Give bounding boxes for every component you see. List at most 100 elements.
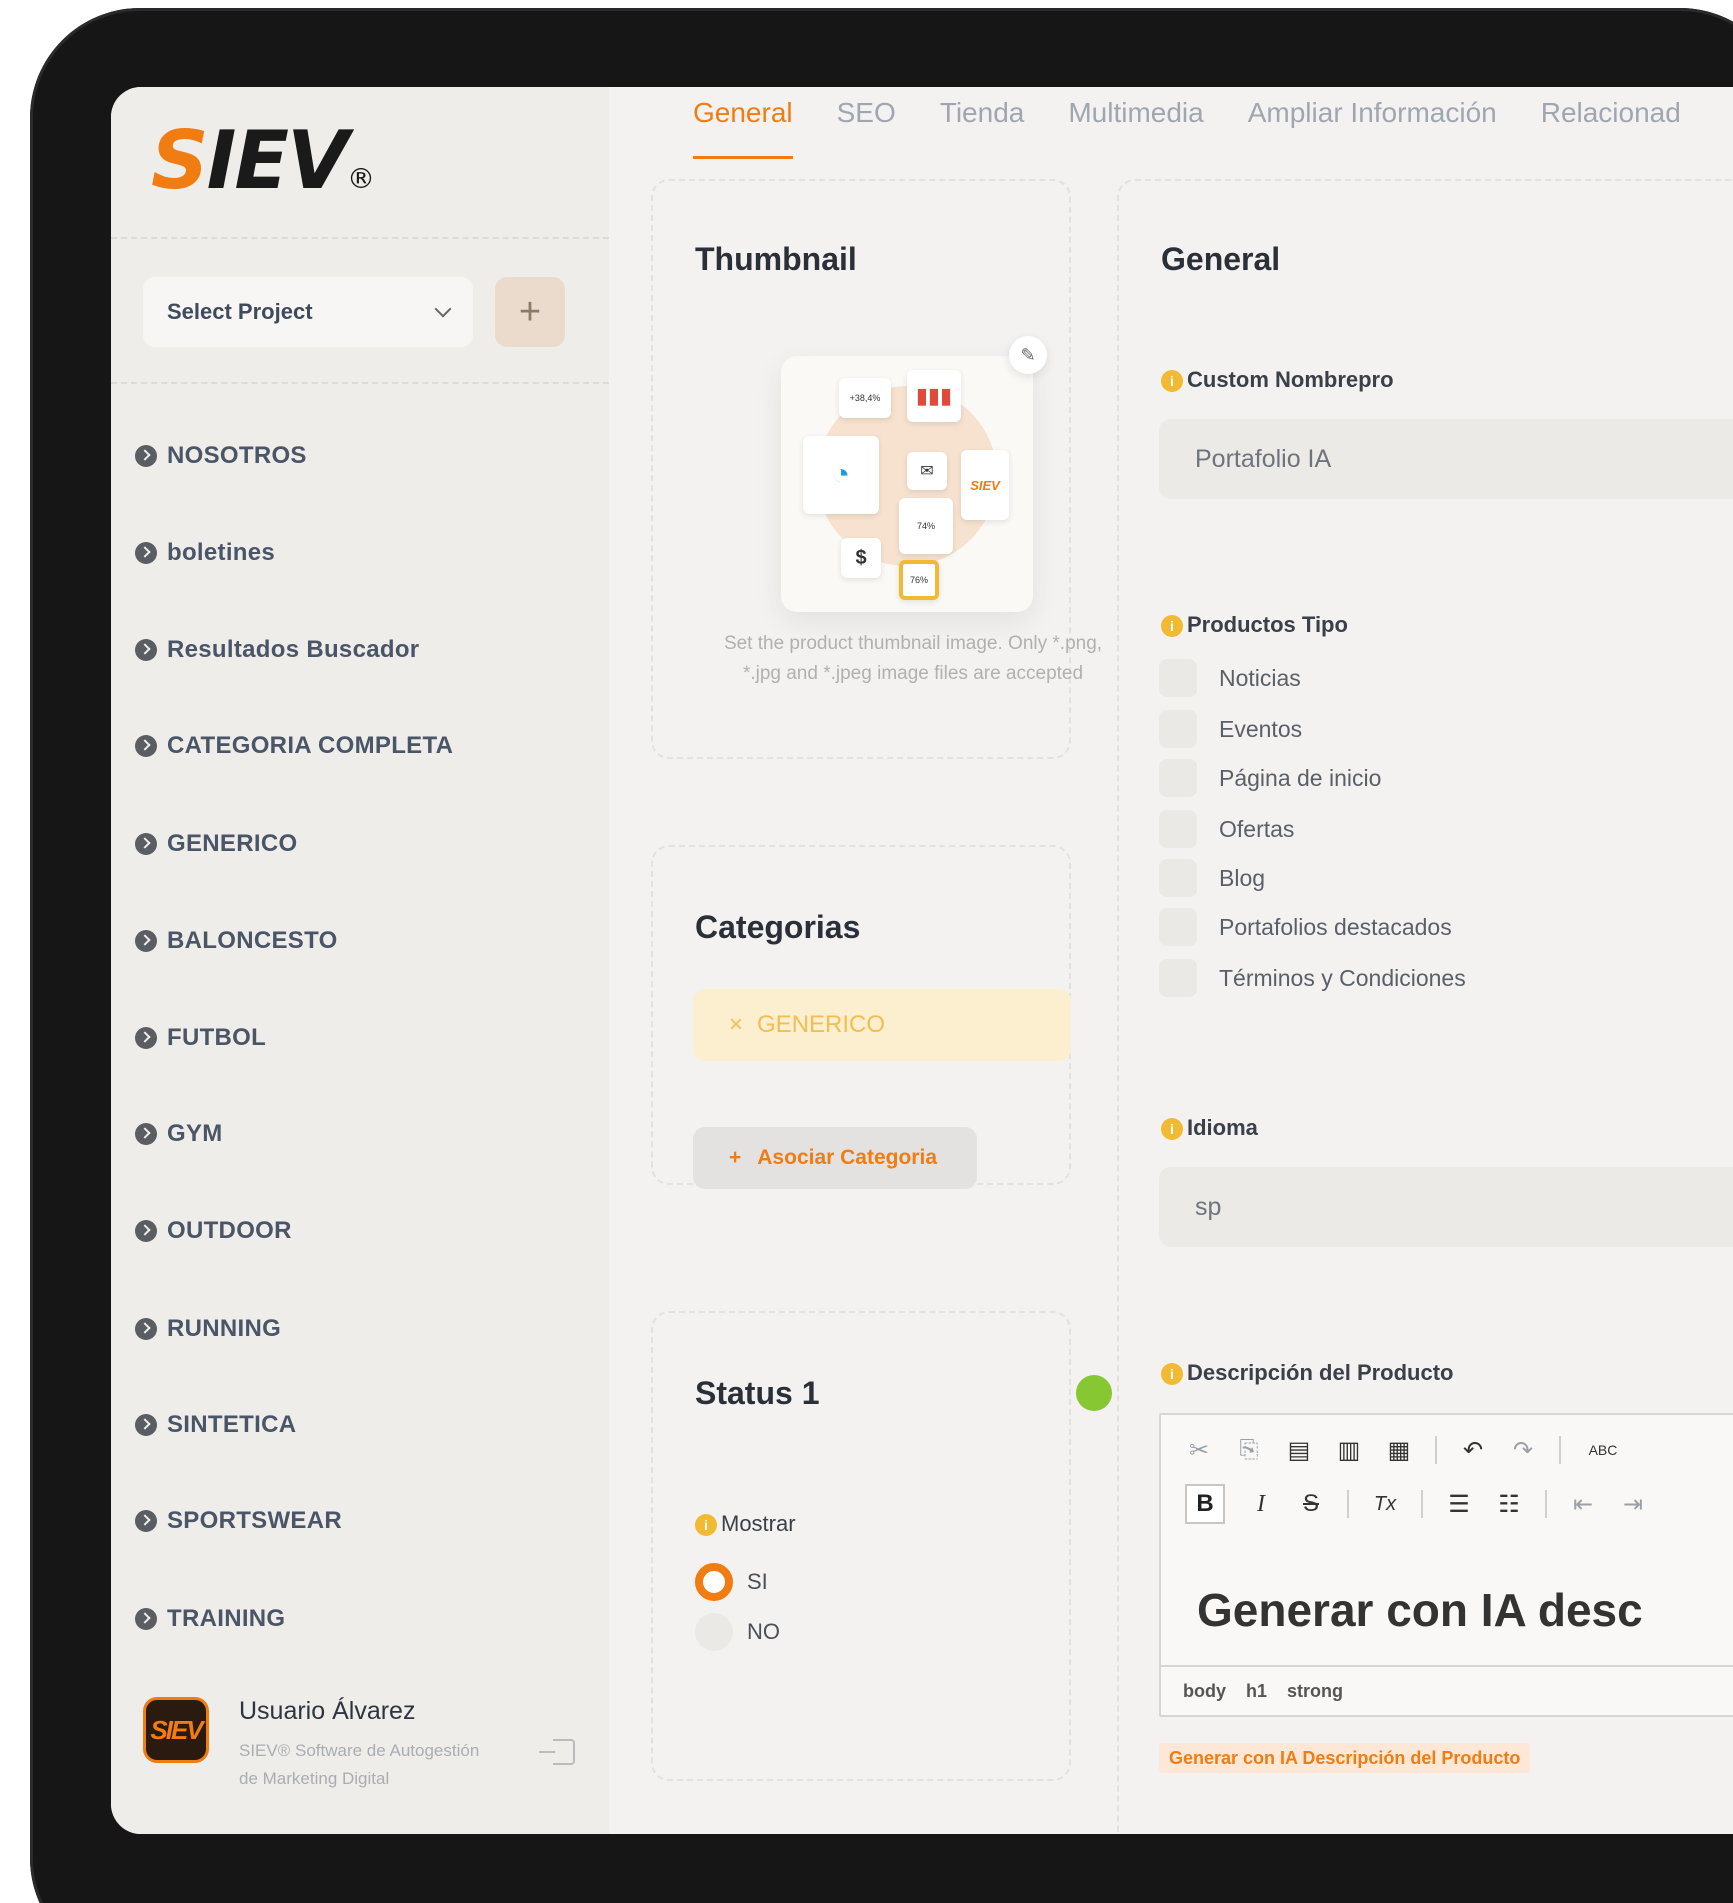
thumbnail-image[interactable]: +38,4% ▮▮▮ ◔ ✉ 74% SIEV $ 76% [781, 356, 1033, 612]
bar-chart-icon: ▮▮▮ [907, 370, 961, 422]
custom-nombre-label: i Custom Nombrepro [1161, 367, 1394, 393]
logo-s: S [151, 114, 209, 207]
checkbox-label: Ofertas [1219, 815, 1295, 842]
bullet-list-icon[interactable]: ☷ [1495, 1490, 1523, 1519]
checkbox-portafolios-destacados[interactable]: Portafolios destacados [1159, 908, 1452, 946]
sidebar-item-resultados-buscador[interactable]: Resultados Buscador [135, 636, 419, 664]
sidebar-item-nosotros[interactable]: NOSOTROS [135, 442, 307, 470]
select-project-label: Select Project [167, 299, 313, 324]
category-tag: × GENERICO [693, 989, 1071, 1061]
mail-icon: ✉ [907, 452, 947, 490]
indent-icon[interactable]: ⇥ [1619, 1490, 1647, 1519]
sidebar-item-label: SPORTSWEAR [167, 1507, 343, 1534]
tab-seo[interactable]: SEO [837, 87, 896, 159]
radio-no[interactable]: NO [695, 1613, 780, 1651]
sidebar-item-training[interactable]: TRAINING [135, 1605, 285, 1633]
mostrar-label-text: Mostrar [721, 1511, 796, 1536]
checkbox-eventos[interactable]: Eventos [1159, 710, 1302, 748]
toolbar-separator [1421, 1490, 1423, 1518]
paste-word-icon[interactable]: ▦ [1385, 1436, 1413, 1465]
checkbox-blog[interactable]: Blog [1159, 859, 1265, 897]
editor-content[interactable]: Generar con IA desc [1197, 1583, 1643, 1637]
paste-text-icon[interactable]: ▥ [1335, 1436, 1363, 1465]
tab-ampliar-informacion[interactable]: Ampliar Información [1248, 87, 1497, 159]
toolbar-separator [1545, 1490, 1547, 1518]
add-project-button[interactable]: + [495, 277, 565, 347]
cut-icon[interactable]: ✂ [1185, 1436, 1213, 1465]
path-tag[interactable]: h1 [1246, 1681, 1267, 1702]
tab-relacionados[interactable]: Relacionad [1541, 87, 1681, 159]
editor-path-bar: body h1 strong [1161, 1665, 1733, 1715]
bold-button[interactable]: B [1185, 1484, 1225, 1524]
checkbox-box [1159, 959, 1197, 997]
logout-icon[interactable] [539, 1739, 575, 1765]
paste-icon[interactable]: ▤ [1285, 1436, 1313, 1465]
checkbox-box [1159, 810, 1197, 848]
siev-logo[interactable]: SIEV® [151, 121, 375, 201]
card-title: Categorias [695, 909, 861, 945]
sidebar-item-generico[interactable]: GENERICO [135, 830, 297, 858]
outdent-icon[interactable]: ⇤ [1569, 1490, 1597, 1519]
radio-si[interactable]: SI [695, 1563, 768, 1601]
info-icon: i [1161, 615, 1183, 638]
avatar[interactable]: SIEV [143, 1697, 209, 1763]
path-tag[interactable]: body [1183, 1681, 1226, 1702]
asociar-categoria-button[interactable]: + Asociar Categoria [693, 1127, 977, 1189]
tab-general[interactable]: General [693, 87, 793, 159]
remove-tag-icon[interactable]: × [729, 1011, 743, 1039]
clear-format-button[interactable]: Tx [1371, 1493, 1399, 1516]
sidebar-divider [111, 382, 609, 384]
card-title: Status 1 [695, 1375, 820, 1411]
spellcheck-icon[interactable]: ABC [1583, 1442, 1623, 1458]
sidebar-item-gym[interactable]: GYM [135, 1120, 223, 1148]
idioma-input[interactable]: sp [1159, 1167, 1733, 1247]
main-content: General SEO Tienda Multimedia Ampliar In… [609, 87, 1733, 1834]
sidebar-item-running[interactable]: RUNNING [135, 1315, 281, 1343]
sidebar-item-sintetica[interactable]: SINTETICA [135, 1411, 296, 1439]
strike-button[interactable]: S [1297, 1490, 1325, 1518]
editor-toolbar-row-1: ✂ ⎘ ▤ ▥ ▦ ↶ ↷ ABC [1161, 1423, 1623, 1477]
info-icon: i [1161, 1363, 1183, 1386]
pencil-icon[interactable]: ✎ [1009, 336, 1047, 374]
chevron-circle-icon [135, 1220, 157, 1242]
checkbox-pagina-de-inicio[interactable]: Página de inicio [1159, 759, 1381, 797]
italic-button[interactable]: I [1247, 1491, 1275, 1518]
sidebar-item-label: GENERICO [167, 830, 298, 857]
sidebar-item-label: boletines [167, 539, 276, 566]
info-icon: i [695, 1514, 717, 1537]
select-project-dropdown[interactable]: Select Project [143, 277, 473, 347]
sidebar-item-baloncesto[interactable]: BALONCESTO [135, 927, 338, 955]
chevron-circle-icon [135, 930, 157, 952]
categorias-card: Categorias × GENERICO + Asociar Categori… [651, 845, 1071, 1189]
custom-nombre-label-text: Custom Nombrepro [1187, 367, 1394, 392]
checkbox-terminos-y-condiciones[interactable]: Términos y Condiciones [1159, 959, 1466, 997]
card-title: General [1161, 241, 1281, 277]
sidebar-item-sportswear[interactable]: SPORTSWEAR [135, 1507, 342, 1535]
sidebar-item-boletines[interactable]: boletines [135, 539, 275, 567]
redo-icon[interactable]: ↷ [1509, 1436, 1537, 1465]
sidebar-item-categoria-completa[interactable]: CATEGORIA COMPLETA [135, 732, 453, 760]
chevron-down-icon [434, 300, 452, 318]
path-tag[interactable]: strong [1287, 1681, 1343, 1702]
checkbox-box [1159, 859, 1197, 897]
checkbox-label: Términos y Condiciones [1219, 964, 1466, 991]
logo-text: IEV [206, 114, 349, 207]
asociar-categoria-label: Asociar Categoria [757, 1146, 937, 1169]
sidebar-item-futbol[interactable]: FUTBOL [135, 1024, 266, 1052]
checkbox-ofertas[interactable]: Ofertas [1159, 810, 1294, 848]
productos-tipo-label: i Productos Tipo [1161, 612, 1348, 638]
tab-tienda[interactable]: Tienda [940, 87, 1025, 159]
copy-icon[interactable]: ⎘ [1235, 1436, 1263, 1464]
checkbox-noticias[interactable]: Noticias [1159, 659, 1301, 697]
card-title: Thumbnail [695, 241, 857, 277]
toolbar-separator [1435, 1436, 1437, 1464]
custom-nombre-input[interactable]: Portafolio IA [1159, 419, 1733, 499]
sidebar: SIEV® Select Project + NOSOTROS boletine… [111, 87, 609, 1834]
descripcion-label-text: Descripción del Producto [1187, 1360, 1454, 1385]
undo-icon[interactable]: ↶ [1459, 1436, 1487, 1465]
sidebar-item-outdoor[interactable]: OUTDOOR [135, 1217, 292, 1245]
numbered-list-icon[interactable]: ☰ [1445, 1490, 1473, 1519]
tab-multimedia[interactable]: Multimedia [1068, 87, 1203, 159]
dollar-icon: $ [841, 538, 881, 578]
generate-ai-description-link[interactable]: Generar con IA Descripción del Producto [1159, 1743, 1531, 1773]
